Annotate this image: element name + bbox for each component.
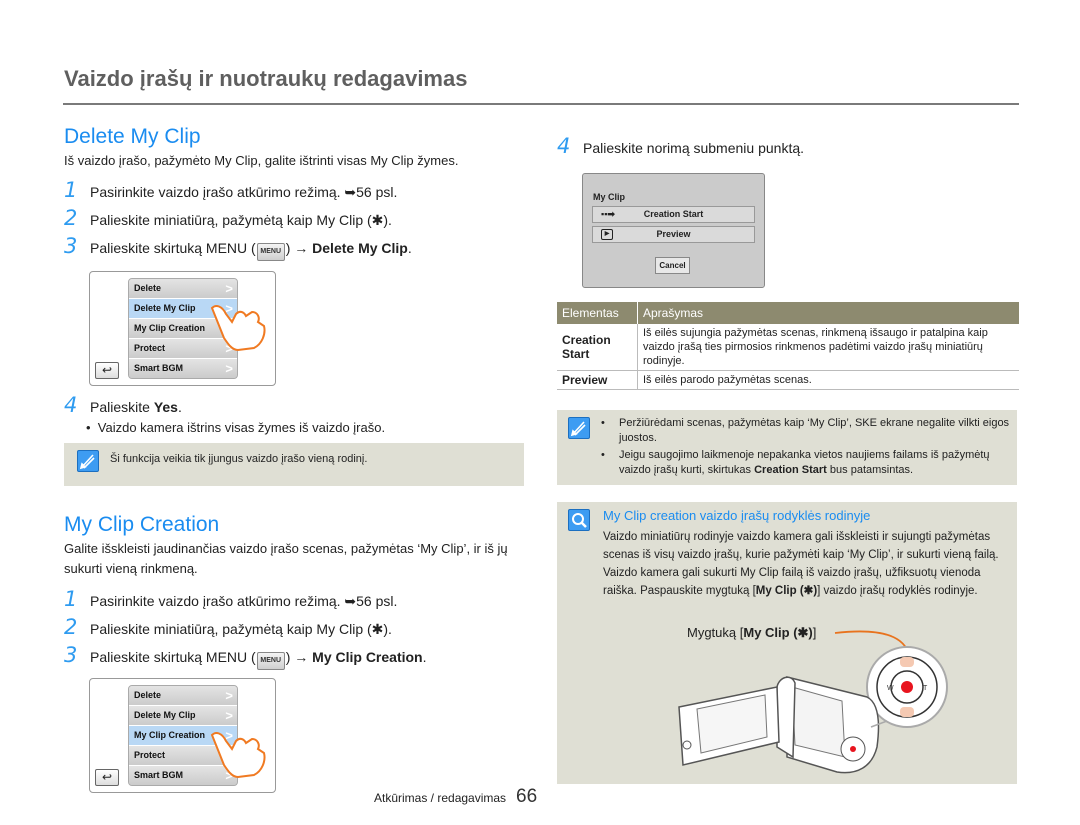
dial-label-t: T [923, 685, 928, 692]
creation-step-2: 2 Palieskite miniatiūrą, pažymėtą kaip M… [64, 615, 392, 639]
table-row: Creation Start Iš eilės sujungia pažymėt… [557, 324, 1019, 371]
return-arrow-icon: ↩ [101, 770, 113, 784]
chevron-right-icon: > [225, 361, 233, 376]
tip-body: Vaizdo miniatiūrų rodinyje vaizdo kamera… [603, 531, 999, 597]
delete-my-clip-heading: Delete My Clip [64, 125, 201, 148]
note-pencil-icon [568, 417, 590, 439]
footer-section: Atkūrimas / redagavimas [374, 791, 507, 805]
bullet-text: Vaizdo kamera ištrins visas žymes iš vai… [97, 420, 386, 435]
camcorder-illustration: W T [678, 630, 948, 774]
creation-step-1: 1 Pasirinkite vaizdo įrašo atkūrimo reži… [64, 587, 397, 611]
step-end: . [422, 649, 427, 665]
menu-item-delete-my-clip[interactable]: Delete My Clip > [129, 706, 237, 726]
step-number: 1 [64, 587, 78, 611]
step-text: ) → [285, 649, 309, 665]
menu-button-icon: MENU [256, 652, 285, 670]
step-text: Palieskite skirtuką MENU ( [90, 240, 256, 256]
preview-play-icon: ▶ [601, 229, 613, 240]
step-text: Palieskite skirtuką MENU ( [90, 649, 256, 665]
note-bullet-1: • Peržiūrėdami scenas, pažymėtas kaip ‘M… [601, 417, 1010, 444]
step-text: Palieskite [90, 399, 150, 415]
creation-start-button[interactable]: ▪▪➡ Creation Start [592, 206, 755, 223]
step-bold-target: Yes [153, 399, 178, 415]
my-clip-creation-heading: My Clip Creation [64, 513, 220, 536]
note-pencil-icon [77, 450, 99, 472]
step-number: 3 [64, 643, 78, 667]
menu-item-delete[interactable]: Delete > [129, 279, 237, 299]
menu-item-delete[interactable]: Delete > [129, 686, 237, 706]
delete-step-3: 3 Palieskite skirtuką MENU ( MENU ) → De… [64, 234, 412, 261]
bullet-dot: • [86, 420, 98, 435]
tip-box: My Clip creation vaizdo įrašų rodyklės r… [557, 502, 1017, 784]
delete-intro: Iš vaizdo įrašo, pažymėto My Clip, galit… [64, 153, 459, 168]
touch-hand-icon [210, 305, 266, 352]
creation-step-3: 3 Palieskite skirtuką MENU ( MENU ) → My… [64, 643, 427, 670]
step-text: Pasirinkite vaizdo įrašo atkūrimo režimą… [90, 593, 398, 609]
step-bold-target: My Clip Creation [312, 649, 423, 665]
row-value: Iš eilės sujungia pažymėtas scenas, rink… [637, 324, 1019, 371]
note-text: Ši funkcija veikia tik įjungus vaizdo įr… [110, 453, 368, 465]
chevron-right-icon: > [225, 708, 233, 723]
step-bold-target: Delete My Clip [312, 240, 408, 256]
record-button-icon [901, 681, 913, 693]
step-text: Palieskite norimą submeniu punktą. [583, 140, 805, 156]
cancel-button[interactable]: Cancel [655, 257, 690, 274]
step-end: . [177, 399, 182, 415]
my-clip-dialog: My Clip ▪▪➡ Creation Start ▶ Preview Can… [582, 173, 765, 288]
preview-button[interactable]: ▶ Preview [592, 226, 755, 243]
page-title: Vaizdo įrašų ir nuotraukų redagavimas [64, 66, 468, 91]
row-key: Preview [557, 370, 638, 390]
back-button[interactable]: ↩ [95, 362, 119, 379]
step-number: 1 [64, 178, 78, 202]
menu-item-smart-bgm[interactable]: Smart BGM > [129, 359, 237, 378]
delete-note-box: Ši funkcija veikia tik įjungus vaizdo įr… [64, 443, 524, 486]
creation-intro: Galite išskleisti jaudinančias vaizdo įr… [64, 541, 508, 576]
step-end: . [407, 240, 412, 256]
delete-menu-screen: Delete > Delete My Clip > My Clip Creation… [89, 271, 276, 386]
note-bullet-2: • Jeigu saugojimo laikmenoje nepakanka v… [601, 449, 990, 476]
delete-step-4: 4 Palieskite Yes . [64, 393, 182, 417]
elements-table: Elementas Aprašymas Creation Start Iš ei… [557, 302, 1019, 390]
row-value: Iš eilės parodo pažymėtas scenas. [637, 370, 1019, 390]
step-text: Palieskite miniatiūrą, pažymėtą kaip My … [90, 621, 392, 637]
step-number: 2 [64, 615, 78, 639]
back-button[interactable]: ↩ [95, 769, 119, 786]
creation-start-icon: ▪▪➡ [601, 209, 615, 219]
step-number: 4 [64, 393, 78, 417]
delete-step-2: 2 Palieskite miniatiūrą, pažymėtą kaip M… [64, 206, 392, 230]
page-footer: Atkūrimas / redagavimas 66 [374, 786, 537, 808]
creation-menu-screen: Delete > Delete My Clip > My Clip Creation… [89, 678, 276, 793]
my-clip-button-icon [900, 657, 914, 667]
step-number: 4 [557, 134, 571, 158]
title-divider [63, 103, 1019, 105]
menu-button-icon: MENU [256, 243, 285, 261]
table-header-row: Elementas Aprašymas [557, 302, 1019, 324]
dialog-title: My Clip [593, 192, 626, 202]
right-note-box: • Peržiūrėdami scenas, pažymėtas kaip ‘M… [557, 410, 1017, 485]
right-step-4: 4 Palieskite norimą submeniu punktą. [557, 134, 804, 158]
chevron-right-icon: > [225, 688, 233, 703]
step-text: ) → [285, 240, 309, 256]
header-elementas: Elementas [557, 302, 638, 324]
step-number: 3 [64, 234, 78, 258]
step-text: Palieskite miniatiūrą, pažymėtą kaip My … [90, 212, 392, 228]
dial-label-w: W [887, 685, 894, 692]
chevron-right-icon: > [225, 281, 233, 296]
page-number: 66 [516, 786, 538, 807]
header-aprasymas: Aprašymas [637, 302, 1019, 324]
magnifier-icon [568, 509, 590, 531]
table-row: Preview Iš eilės parodo pažymėtas scenas… [557, 370, 1019, 390]
row-key: Creation Start [557, 324, 638, 371]
step-text: Pasirinkite vaizdo įrašo atkūrimo režimą… [90, 184, 398, 200]
tip-title: My Clip creation vaizdo įrašų rodyklės r… [603, 508, 871, 523]
touch-hand-icon [210, 732, 266, 779]
return-arrow-icon: ↩ [101, 363, 113, 377]
delete-bullet: • Vaizdo kamera ištrins visas žymes iš v… [86, 420, 385, 435]
step-number: 2 [64, 206, 78, 230]
delete-step-1: 1 Pasirinkite vaizdo įrašo atkūrimo reži… [64, 178, 397, 202]
